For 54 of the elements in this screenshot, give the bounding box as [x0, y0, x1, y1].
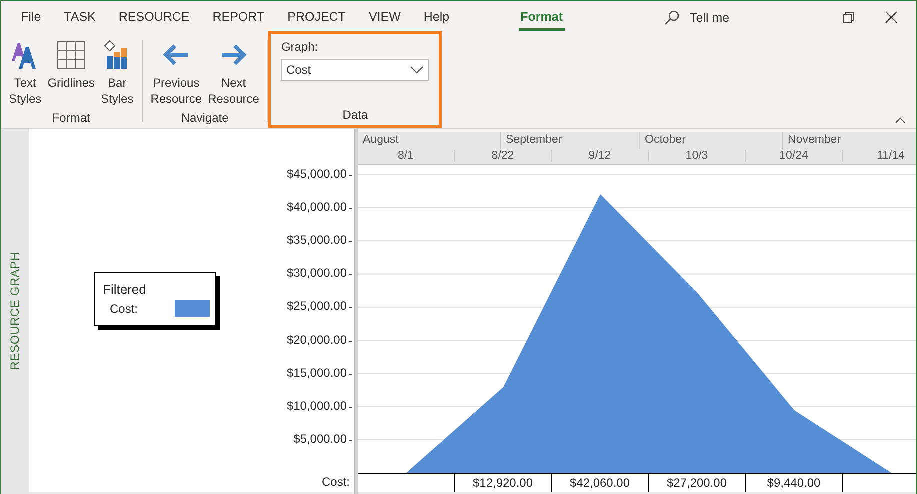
ribbon-tab[interactable]: TASK: [62, 4, 98, 31]
field-label: Graph:: [281, 40, 320, 54]
chevron-down-icon: [410, 66, 424, 74]
ribbon-tab[interactable]: PROJECT: [286, 4, 348, 31]
ribbon-button[interactable]: Gridlines: [46, 36, 98, 93]
ribbon-tab[interactable]: Help: [422, 4, 452, 31]
axis-label: $5,000.00: [294, 432, 347, 446]
axis-label: $45,000.00: [286, 166, 347, 181]
date-label: 8/1: [358, 150, 455, 162]
restore-icon[interactable]: [843, 12, 855, 24]
cost-value: $42,060.00: [570, 476, 630, 490]
grid-icon: [56, 40, 86, 70]
right-arrow-icon: [220, 44, 248, 66]
date-label: 11/14: [843, 150, 916, 162]
month-label: October: [640, 132, 783, 148]
group-label: Data: [342, 108, 370, 124]
group-label: Navigate: [181, 111, 229, 127]
cost-value: $9,440.00: [767, 476, 821, 490]
axis-label: $40,000.00: [286, 200, 347, 214]
axis-label: $25,000.00: [286, 299, 347, 314]
date-label: 10/3: [649, 150, 746, 162]
legend-title: Filtered: [103, 282, 146, 297]
ribbon-tab[interactable]: RESOURCE: [116, 4, 192, 31]
row-label: Cost:: [320, 474, 351, 491]
axis-label: $30,000.00: [286, 266, 347, 280]
graph-dropdown[interactable]: Cost: [281, 59, 430, 81]
close-icon[interactable]: [885, 11, 898, 24]
ribbon-button[interactable]: Bar Styles: [99, 36, 136, 109]
cost-value: $27,200.00: [666, 476, 728, 490]
month-label: September: [501, 132, 640, 148]
tell-me-field[interactable]: Tell me: [690, 10, 730, 24]
axis-label: $20,000.00: [286, 332, 347, 347]
month-label: November: [783, 132, 916, 148]
axis-label: $35,000.00: [286, 233, 347, 248]
group-label: Format: [52, 111, 90, 127]
ribbon-tab[interactable]: REPORT: [210, 4, 267, 31]
ribbon-button[interactable]: Next Resource: [206, 36, 262, 109]
month-label: August: [358, 132, 501, 148]
date-label: 9/12: [552, 150, 649, 162]
ribbon-tab[interactable]: Format: [518, 4, 565, 31]
ribbon-tab[interactable]: VIEW: [366, 4, 403, 31]
date-label: 8/22: [455, 150, 552, 162]
view-label: RESOURCE GRAPH: [8, 252, 22, 371]
ribbon-button[interactable]: Text Styles: [7, 36, 44, 109]
axis-label: $10,000.00: [286, 398, 347, 413]
search-icon[interactable]: [664, 10, 680, 26]
date-label: 10/24: [746, 150, 843, 162]
ribbon-button[interactable]: Previous Resource: [148, 36, 204, 109]
collapse-icon[interactable]: [895, 117, 906, 124]
cost-value: $12,920.00: [472, 476, 534, 490]
axis-label: $15,000.00: [286, 366, 347, 380]
left-arrow-icon: [162, 44, 190, 66]
ribbon-tab[interactable]: File: [19, 4, 44, 31]
legend-label: Cost:: [110, 302, 138, 316]
